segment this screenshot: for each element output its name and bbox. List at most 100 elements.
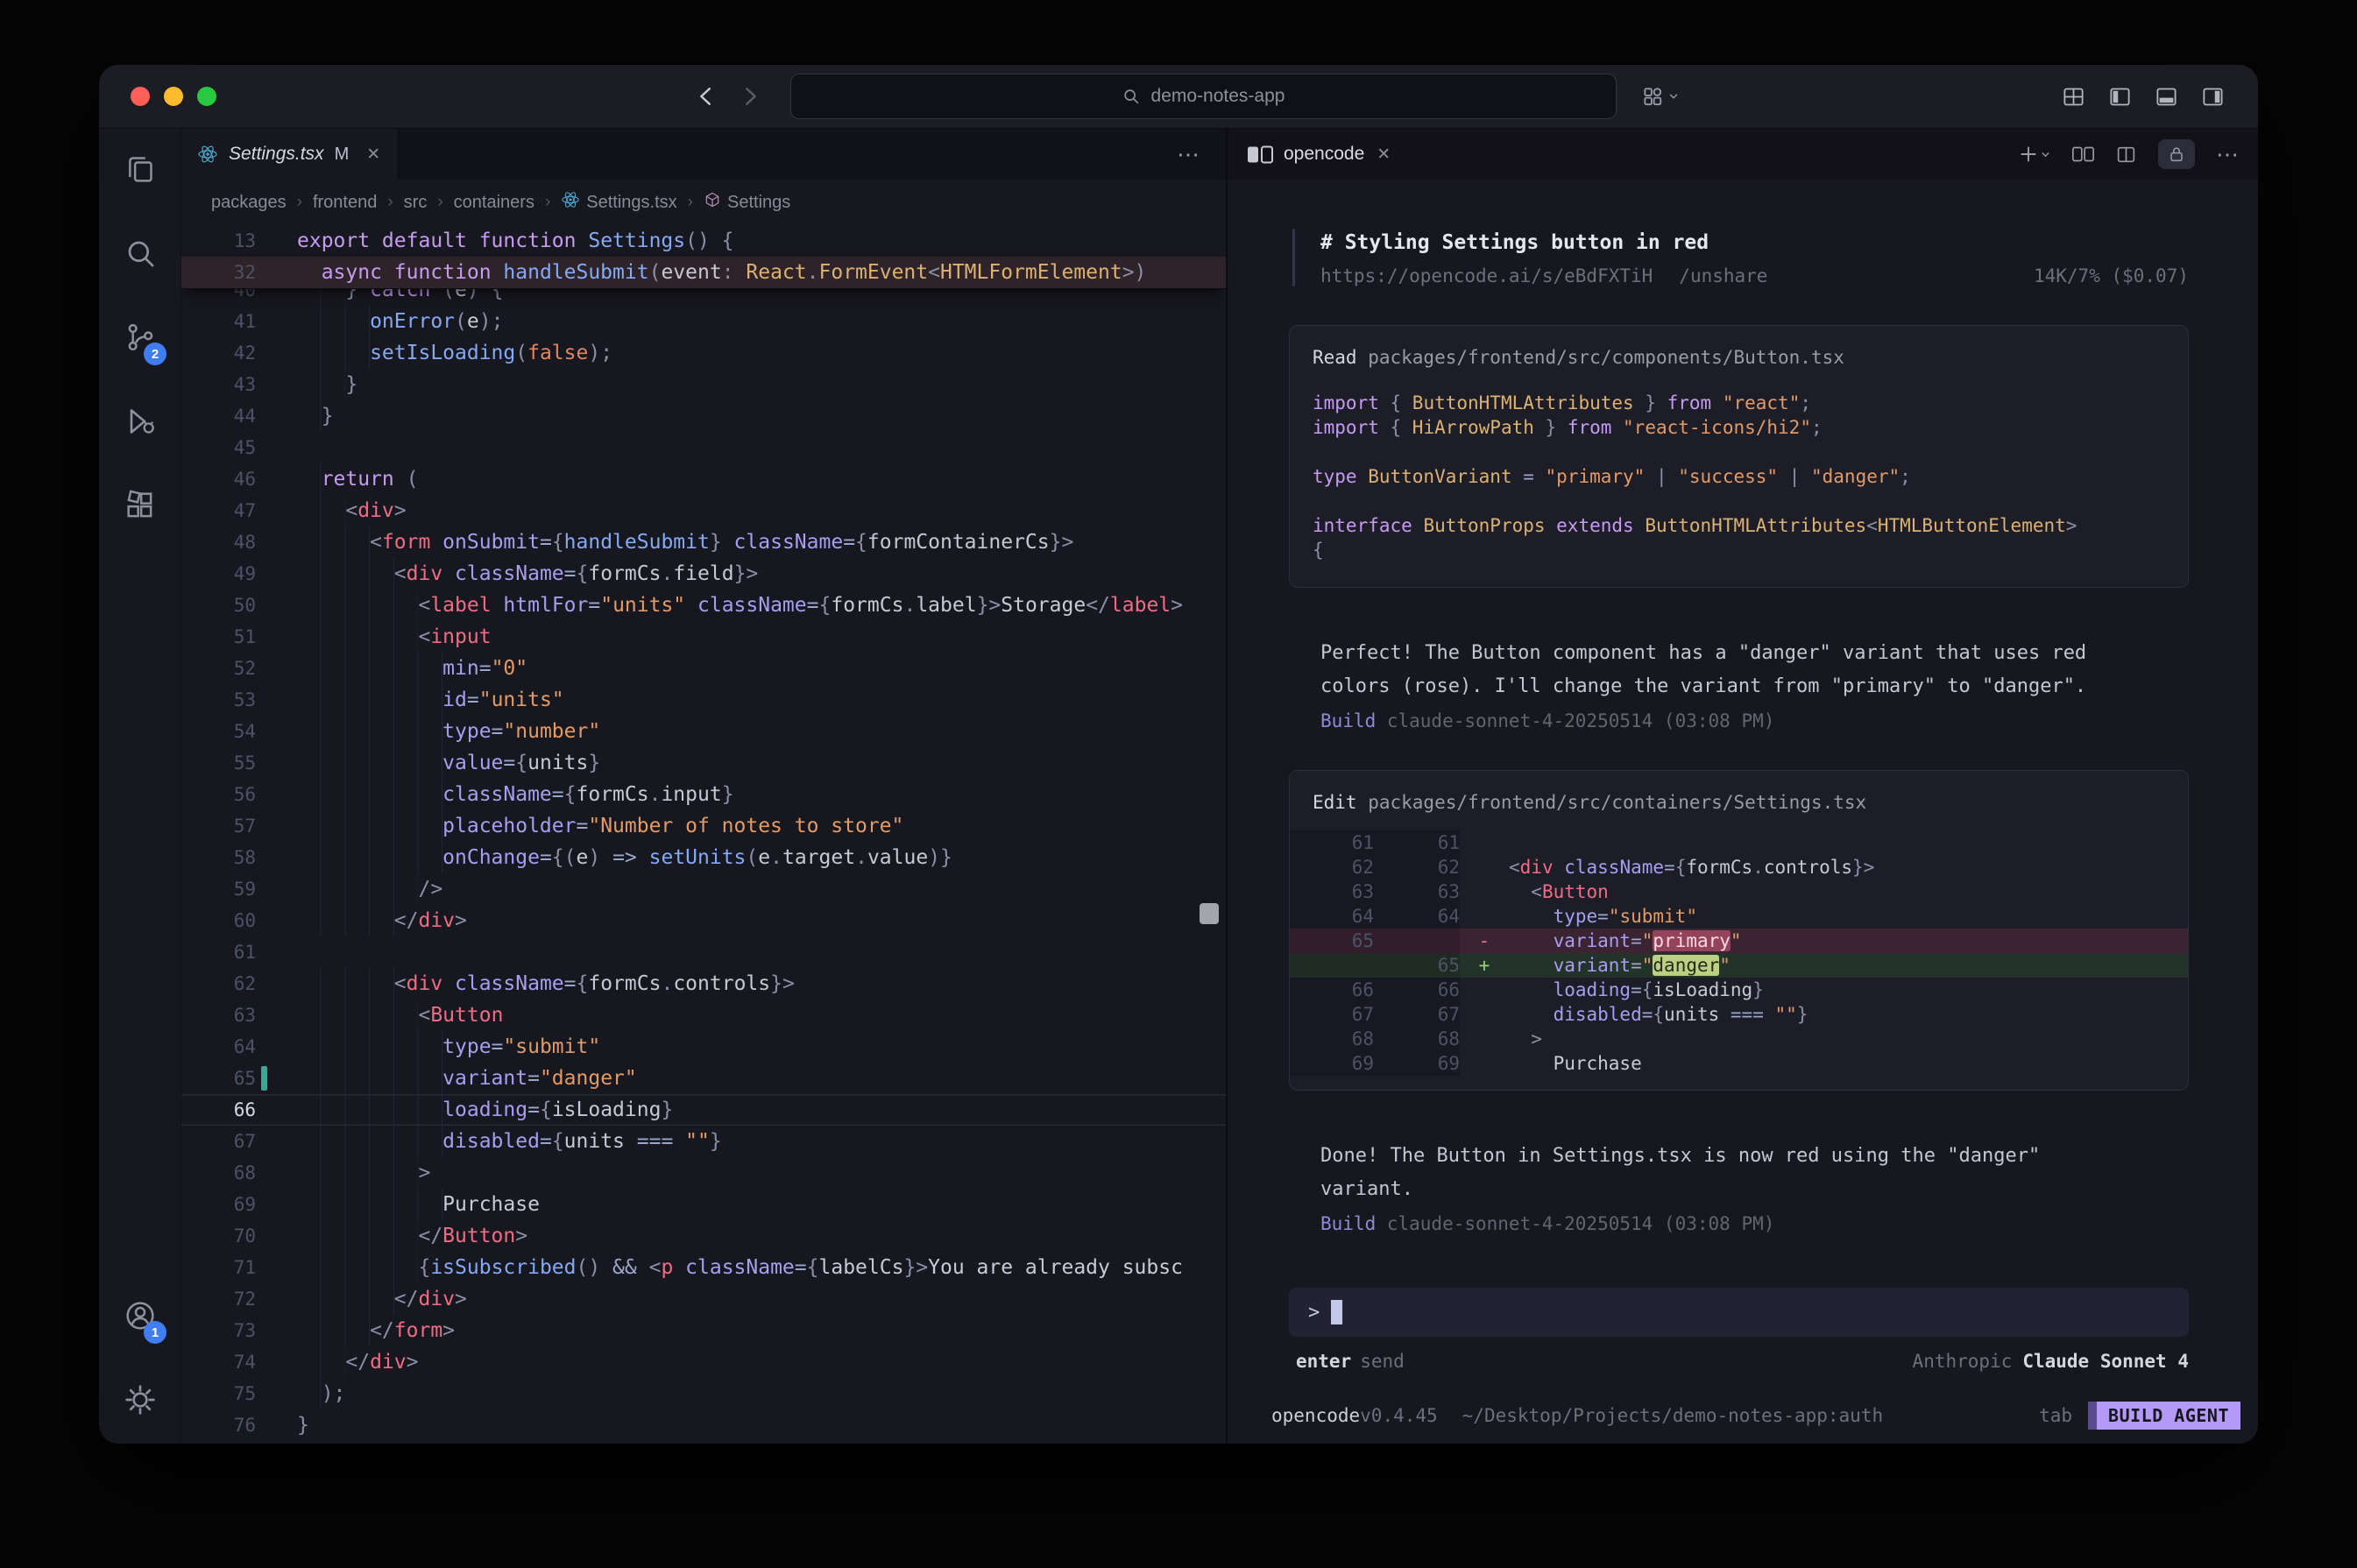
code-line[interactable]: 53id="units" [181,684,1226,716]
code-line[interactable]: 44} [181,400,1226,432]
code-line[interactable]: 41onError(e); [181,306,1226,337]
split-terminal-button[interactable] [2115,144,2137,166]
tab-close-button[interactable]: ✕ [366,145,380,165]
opencode-terminal[interactable]: # Styling Settings button in red https:/… [1228,180,2258,1444]
token: < [637,1256,662,1279]
toggle-sidebar-left-icon[interactable] [2108,85,2132,109]
agent-mode-badge[interactable]: BUILD AGENT [2088,1402,2240,1430]
code-line[interactable]: 57placeholder="Number of notes to store" [181,810,1226,842]
toggle-panel-bottom-icon[interactable] [2155,85,2178,109]
panel-more-button[interactable]: ⋯ [2216,143,2239,166]
code-text: } [297,1409,1226,1441]
code-line[interactable]: 65variant="danger" [181,1063,1226,1094]
unshare-command[interactable]: /unshare [1679,265,1767,286]
code-line[interactable]: 42setIsLoading(false); [181,337,1226,369]
code-line[interactable]: 72</div> [181,1283,1226,1315]
breadcrumb-item[interactable]: Settings [704,191,790,214]
token: id [442,689,467,711]
token: ); [322,1382,346,1405]
diff-old-line-number: 67 [1290,1002,1374,1027]
model-name[interactable]: Claude Sonnet 4 [2022,1351,2189,1372]
breadcrumb-item[interactable]: packages [211,193,287,213]
minimize-window-button[interactable] [164,87,183,106]
titlebar: demo-notes-app [99,65,2258,129]
code-line[interactable]: 56className={formCs.input} [181,779,1226,810]
code-line[interactable]: 70</Button> [181,1220,1226,1252]
activity-bar-item-account[interactable]: 1 [99,1275,180,1360]
navigate-forward-button[interactable] [733,79,768,114]
chat-input[interactable]: > [1289,1288,2189,1337]
code-line[interactable]: 64type="submit" [181,1031,1226,1063]
tab-settings-tsx[interactable]: Settings.tsx M ✕ [181,129,399,180]
breadcrumb-item[interactable]: frontend [313,193,377,213]
line-number: 54 [181,716,256,747]
code-line[interactable]: 13export default function Settings() { [181,225,1226,257]
token: }> [977,594,1002,617]
token: = [1631,979,1642,1000]
token: }> [1852,857,1874,878]
activity-bar-item-extensions[interactable] [99,465,180,549]
code-line[interactable]: 75); [181,1378,1226,1409]
token: < [370,531,382,554]
code-line[interactable]: 59/> [181,873,1226,905]
code-line[interactable]: 54type="number" [181,716,1226,747]
token [637,846,649,869]
indent-guides [297,968,394,999]
code-line[interactable]: 71{isSubscribed() && <p className={label… [181,1252,1226,1283]
code-text: <div className={formCs.controls}> [297,968,1226,999]
maximize-panel-lock-button[interactable] [2158,139,2195,169]
code-line[interactable]: 67disabled={units === ""} [181,1126,1226,1157]
command-center-search[interactable]: demo-notes-app [790,74,1617,119]
code-line[interactable]: 55value={units} [181,747,1226,779]
activity-bar-item-run-debug[interactable] [99,381,180,465]
code-line[interactable]: 46return ( [181,463,1226,495]
code-line[interactable]: 69Purchase [181,1189,1226,1220]
activity-bar-item-source-control[interactable]: 2 [99,297,180,381]
code-line[interactable]: 45 [181,432,1226,463]
editor-actions-more-button[interactable]: ⋯ [1177,129,1226,180]
code-line[interactable]: 68> [181,1157,1226,1189]
zoom-window-button[interactable] [197,87,216,106]
line-number: 75 [181,1378,256,1409]
toggle-sidebar-right-icon[interactable] [2201,85,2225,109]
code-line[interactable]: 58onChange={(e) => setUnits(e.target.val… [181,842,1226,873]
customize-layout-icon[interactable] [2062,85,2085,109]
line-number: 73 [181,1315,256,1346]
share-url[interactable]: https://opencode.ai/s/eBdFXTiH [1320,265,1653,286]
code-line[interactable]: 32async function handleSubmit(event: Rea… [181,257,1226,288]
breadcrumb-item[interactable]: src [404,193,428,213]
code-line[interactable]: 61 [181,936,1226,968]
code-line[interactable]: 60</div> [181,905,1226,936]
token: export default function [297,230,588,252]
gutter [256,905,297,936]
code-line[interactable]: 50<label htmlFor="units" className={form… [181,590,1226,621]
token: { [1379,392,1412,413]
code-editor[interactable]: 40} catch (e) {41onError(e);42setIsLoadi… [181,225,1226,1444]
code-line[interactable]: 66loading={isLoading} [181,1094,1226,1126]
panel-tab-title[interactable]: opencode [1284,144,1364,165]
code-line[interactable]: 52min="0" [181,653,1226,684]
activity-bar-item-files[interactable] [99,129,180,213]
profiles-menu-button[interactable] [1641,85,1680,108]
code-line[interactable]: 62<div className={formCs.controls}> [181,968,1226,999]
new-terminal-button[interactable] [2017,143,2051,166]
code-line[interactable]: 47<div> [181,495,1226,526]
code-line[interactable]: 74</div> [181,1346,1226,1378]
breadcrumb-item[interactable]: Settings.tsx [561,190,676,215]
scrollbar-thumb[interactable] [1200,903,1219,924]
code-line[interactable]: 49<div className={formCs.field}> [181,558,1226,590]
close-window-button[interactable] [131,87,150,106]
navigate-back-button[interactable] [689,79,724,114]
code-line[interactable]: 43} [181,369,1226,400]
panel-close-button[interactable]: ✕ [1377,145,1391,165]
activity-bar-item-search[interactable] [99,213,180,297]
code-line[interactable]: 48<form onSubmit={handleSubmit} classNam… [181,526,1226,558]
breadcrumb-item[interactable]: containers [454,193,534,213]
activity-bar-item-settings-gear[interactable] [99,1360,180,1444]
split-icon [2115,144,2137,166]
opencode-terminal-icon[interactable] [2072,146,2094,162]
code-line[interactable]: 51<input [181,621,1226,653]
code-line[interactable]: 76} [181,1409,1226,1441]
code-line[interactable]: 73</form> [181,1315,1226,1346]
code-line[interactable]: 63<Button [181,999,1226,1031]
